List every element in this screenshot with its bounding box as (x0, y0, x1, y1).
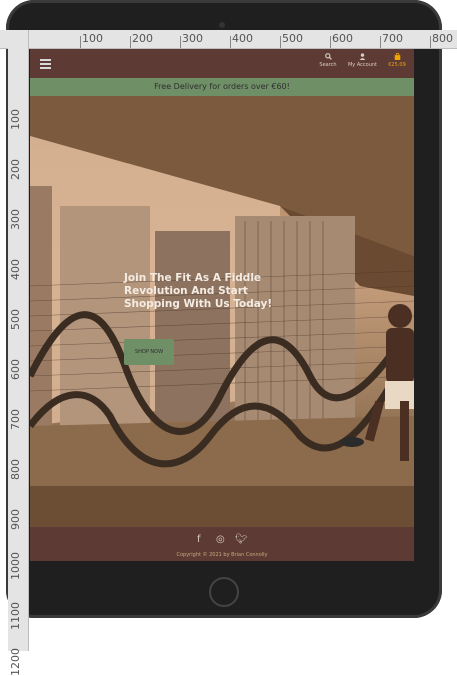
ruler-label: 300 (9, 209, 22, 230)
shopping-bag-icon (394, 53, 400, 60)
shop-now-button[interactable]: SHOP NOW (124, 339, 174, 365)
ruler-tick (230, 36, 231, 48)
instagram-icon[interactable]: ◎ (216, 534, 225, 545)
ruler-label: 800 (432, 32, 453, 45)
ruler-label: 1200 (9, 648, 22, 676)
user-icon (359, 53, 366, 60)
ruler-label: 800 (9, 459, 22, 480)
horizontal-ruler: 100 200 300 400 500 600 700 800 (0, 30, 457, 49)
footer: f ◎ 🐦︎ Copyright © 2021 by Brian Connoll… (30, 527, 414, 561)
ruler-tick (180, 36, 181, 48)
ruler-label: 1100 (9, 602, 22, 630)
hero-background-image (30, 96, 414, 527)
camera-dot (219, 22, 225, 28)
ruler-tick (330, 36, 331, 48)
twitter-icon[interactable]: 🐦︎ (235, 534, 248, 545)
vertical-ruler: 100 200 300 400 500 600 700 800 900 1000… (8, 30, 29, 676)
promo-banner: Free Delivery for orders over €60! (30, 78, 414, 96)
ruler-label: 100 (82, 32, 103, 45)
hamburger-icon[interactable] (40, 59, 51, 69)
ruler-tick (280, 36, 281, 48)
ruler-label: 500 (282, 32, 303, 45)
ruler-label: 200 (132, 32, 153, 45)
ruler-label: 400 (9, 259, 22, 280)
ruler-tick (380, 36, 381, 48)
ruler-label: 400 (232, 32, 253, 45)
ruler-tick (130, 36, 131, 48)
top-navbar: Search My Account €25.09 (30, 49, 414, 78)
ruler-label: 600 (9, 359, 22, 380)
ruler-label: 200 (9, 159, 22, 180)
copyright-text: Copyright © 2021 by Brian Connolly (176, 552, 268, 558)
bag-total: €25.09 (388, 62, 406, 68)
ruler-label: 500 (9, 309, 22, 330)
account-label: My Account (347, 62, 378, 68)
search-label: Search (319, 62, 337, 68)
ruler-label: 100 (9, 109, 22, 130)
ruler-label: 600 (332, 32, 353, 45)
hero-title: Join The Fit As A Fiddle Revolution And … (124, 272, 273, 310)
ruler-tick (430, 36, 431, 48)
ruler-tick (80, 36, 81, 48)
facebook-icon[interactable]: f (197, 534, 201, 545)
ruler-label: 700 (382, 32, 403, 45)
ruler-label: 300 (182, 32, 203, 45)
ruler-label: 700 (9, 409, 22, 430)
bag-nav-link[interactable]: €25.09 (385, 53, 409, 68)
ruler-label: 1000 (9, 552, 22, 580)
home-button[interactable] (209, 577, 239, 607)
search-nav-link[interactable]: Search (317, 53, 339, 68)
account-nav-link[interactable]: My Account (344, 53, 381, 68)
device-screen: Search My Account €25.09 Free Delivery f… (30, 49, 414, 561)
ruler-label: 900 (9, 509, 22, 530)
search-icon (324, 53, 332, 60)
hero-section: Join The Fit As A Fiddle Revolution And … (30, 96, 414, 527)
